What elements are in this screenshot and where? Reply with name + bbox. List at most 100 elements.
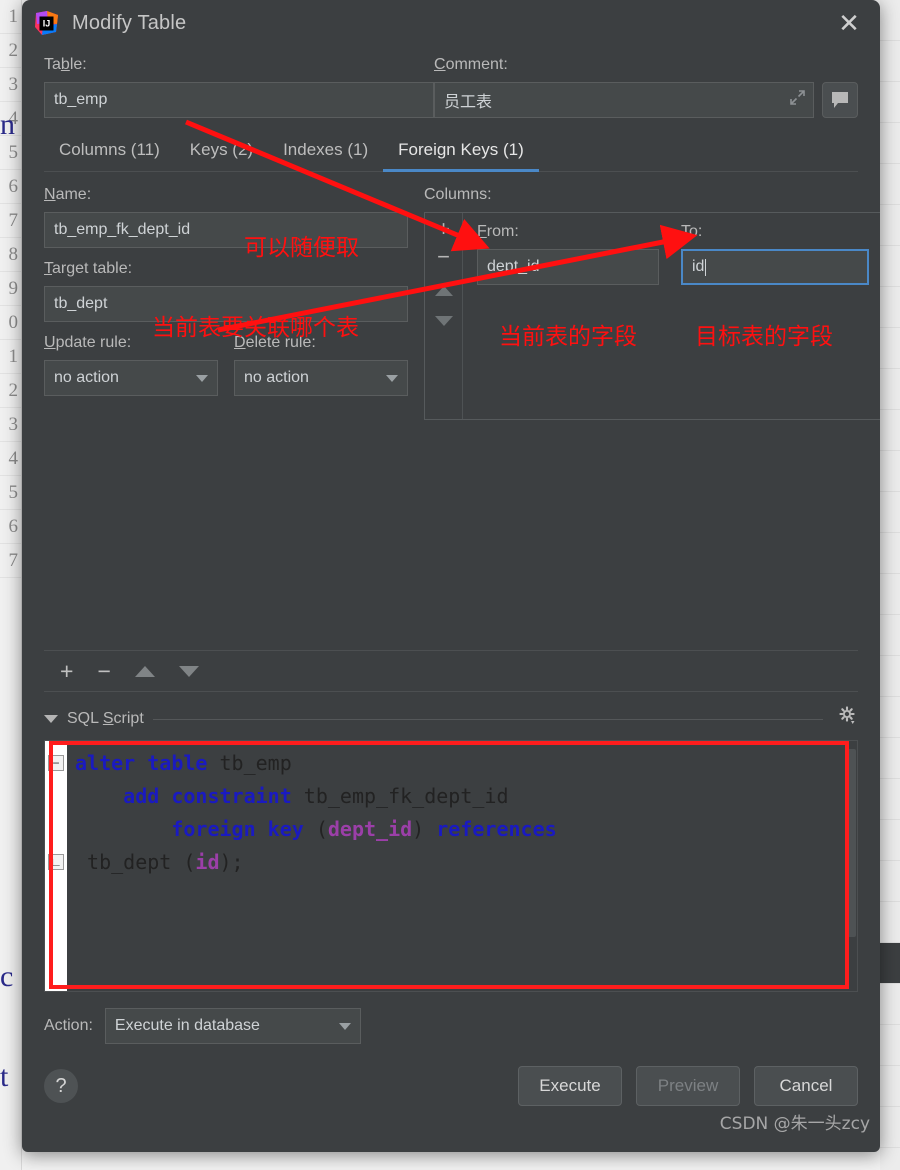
table-label: Table: — [44, 56, 87, 73]
background-line-number: 9 — [0, 272, 21, 306]
plus-icon[interactable]: + — [60, 660, 73, 683]
sql-gutter: − ∟ — [45, 741, 67, 991]
tab-columns[interactable]: Columns (11) — [44, 134, 175, 172]
background-grid-row — [880, 0, 900, 41]
cancel-button[interactable]: Cancel — [754, 1066, 858, 1106]
fold-end-icon[interactable]: ∟ — [48, 854, 64, 870]
background-line-number: 7 — [0, 544, 21, 578]
triangle-down-icon[interactable] — [434, 316, 453, 326]
background-grid-row — [880, 492, 900, 533]
delete-rule-value: no action — [244, 369, 309, 386]
dialog-title: Modify Table — [72, 11, 187, 34]
update-rule-select[interactable]: no action — [44, 360, 218, 396]
background-ghost-text-2: c — [0, 960, 14, 993]
background-line-number: 0 — [0, 306, 21, 340]
minus-icon[interactable]: − — [437, 246, 450, 268]
background-grid-row — [880, 738, 900, 779]
background-grid-row — [880, 861, 900, 902]
triangle-up-icon[interactable] — [434, 286, 453, 296]
comment-input[interactable]: 员工表 — [434, 82, 814, 118]
to-column-value: id — [692, 258, 705, 275]
background-ghost-text-3: t — [0, 1060, 9, 1093]
action-row: Action: Execute in database — [44, 1008, 858, 1044]
background-grid-row — [880, 779, 900, 820]
fk-name-input[interactable]: tb_emp_fk_dept_id — [44, 212, 408, 248]
background-grid-row — [880, 615, 900, 656]
fold-minus-icon[interactable]: − — [48, 755, 64, 771]
tab-indexes[interactable]: Indexes (1) — [268, 134, 383, 172]
foreign-keys-list-area[interactable] — [44, 420, 858, 642]
background-line-number: 5 — [0, 476, 21, 510]
chevron-down-icon[interactable] — [44, 715, 58, 723]
background-line-number: 6 — [0, 170, 21, 204]
sql-line: tb_dept (id); — [75, 846, 845, 879]
background-grid-row — [880, 410, 900, 451]
background-line-number: 6 — [0, 510, 21, 544]
triangle-down-icon[interactable] — [178, 665, 199, 677]
background-grid-row — [880, 246, 900, 287]
sql-script-header: SQL Script — [44, 706, 858, 732]
background-line-number: 2 — [0, 34, 21, 68]
background-grid-row — [880, 656, 900, 697]
background-grid-row — [880, 164, 900, 205]
tab-keys[interactable]: Keys (2) — [175, 134, 268, 172]
update-rule-value: no action — [54, 369, 119, 386]
background-grid-row — [880, 287, 900, 328]
table-name-input[interactable]: tb_emp — [44, 82, 434, 118]
background-line-number-gutter: 12345678901234567 — [0, 0, 22, 1170]
background-grid-row — [880, 943, 900, 984]
action-select[interactable]: Execute in database — [104, 1008, 361, 1044]
background-line-number: 8 — [0, 238, 21, 272]
background-grid-row — [880, 1107, 900, 1148]
sql-token: tb_emp_fk_dept_id — [303, 784, 509, 808]
to-column-input[interactable]: id — [681, 249, 869, 285]
background-grid-row — [880, 1066, 900, 1107]
plus-icon[interactable]: + — [437, 218, 450, 240]
sql-token: ); — [219, 850, 244, 874]
action-label: Action: — [44, 1017, 93, 1034]
background-grid-row — [880, 82, 900, 123]
background-grid-row — [880, 205, 900, 246]
target-table-input[interactable]: tb_dept — [44, 286, 408, 322]
execute-button[interactable]: Execute — [518, 1066, 622, 1106]
close-icon[interactable]: ✕ — [834, 8, 864, 38]
background-line-number: 7 — [0, 204, 21, 238]
foreign-key-properties: Name: tb_emp_fk_dept_id Target table: tb… — [44, 186, 408, 420]
gear-icon[interactable] — [838, 706, 858, 732]
from-column-input[interactable]: dept_id — [477, 249, 659, 285]
sql-token: alter table — [75, 751, 220, 775]
sql-token: id — [195, 850, 220, 874]
sql-token: tb_dept ( — [75, 850, 196, 874]
preview-button[interactable]: Preview — [636, 1066, 740, 1106]
columns-label: Columns: — [424, 186, 492, 203]
action-value: Execute in database — [114, 1017, 260, 1034]
sql-script-code[interactable]: alter table tb_emp add constraint tb_emp… — [67, 741, 845, 991]
triangle-up-icon[interactable] — [134, 665, 155, 677]
expand-diagonal-icon[interactable] — [789, 89, 806, 111]
dialog-titlebar: IJ Modify Table ✕ — [22, 0, 880, 46]
sql-line: add constraint tb_emp_fk_dept_id — [75, 780, 845, 813]
background-line-number: 1 — [0, 340, 21, 374]
delete-rule-select[interactable]: no action — [234, 360, 408, 396]
background-grid-row — [880, 820, 900, 861]
help-button[interactable]: ? — [44, 1069, 78, 1103]
tab-foreign-keys[interactable]: Foreign Keys (1) — [383, 134, 539, 172]
minus-icon[interactable]: − — [97, 660, 110, 683]
sql-token: references — [436, 817, 557, 841]
speech-bubble-icon[interactable] — [822, 82, 858, 118]
table-editor-tabs: Columns (11) Keys (2) Indexes (1) Foreign K… — [44, 134, 858, 172]
intellij-idea-logo-icon: IJ — [34, 10, 60, 36]
columns-mapping-panel: Columns: + − From: dept_id To: id — [424, 186, 880, 420]
background-ghost-text-1: n — [0, 108, 15, 141]
table-and-comment-row: Table: tb_emp Comment: 员工表 — [44, 56, 858, 118]
sql-scrollbar-thumb[interactable] — [846, 749, 856, 937]
modify-table-dialog: IJ Modify Table ✕ Table: tb_emp Comment:… — [22, 0, 880, 1152]
sql-token: add constraint — [75, 784, 304, 808]
svg-text:IJ: IJ — [43, 19, 51, 29]
sql-script-editor[interactable]: − ∟ alter table tb_emp add constraint tb… — [44, 740, 858, 992]
background-grid-row — [880, 697, 900, 738]
background-grid-row — [880, 41, 900, 82]
sql-scrollbar[interactable] — [845, 741, 857, 991]
foreign-keys-list-toolbar: + − — [44, 650, 858, 692]
delete-rule-label: Delete rule: — [234, 334, 316, 351]
